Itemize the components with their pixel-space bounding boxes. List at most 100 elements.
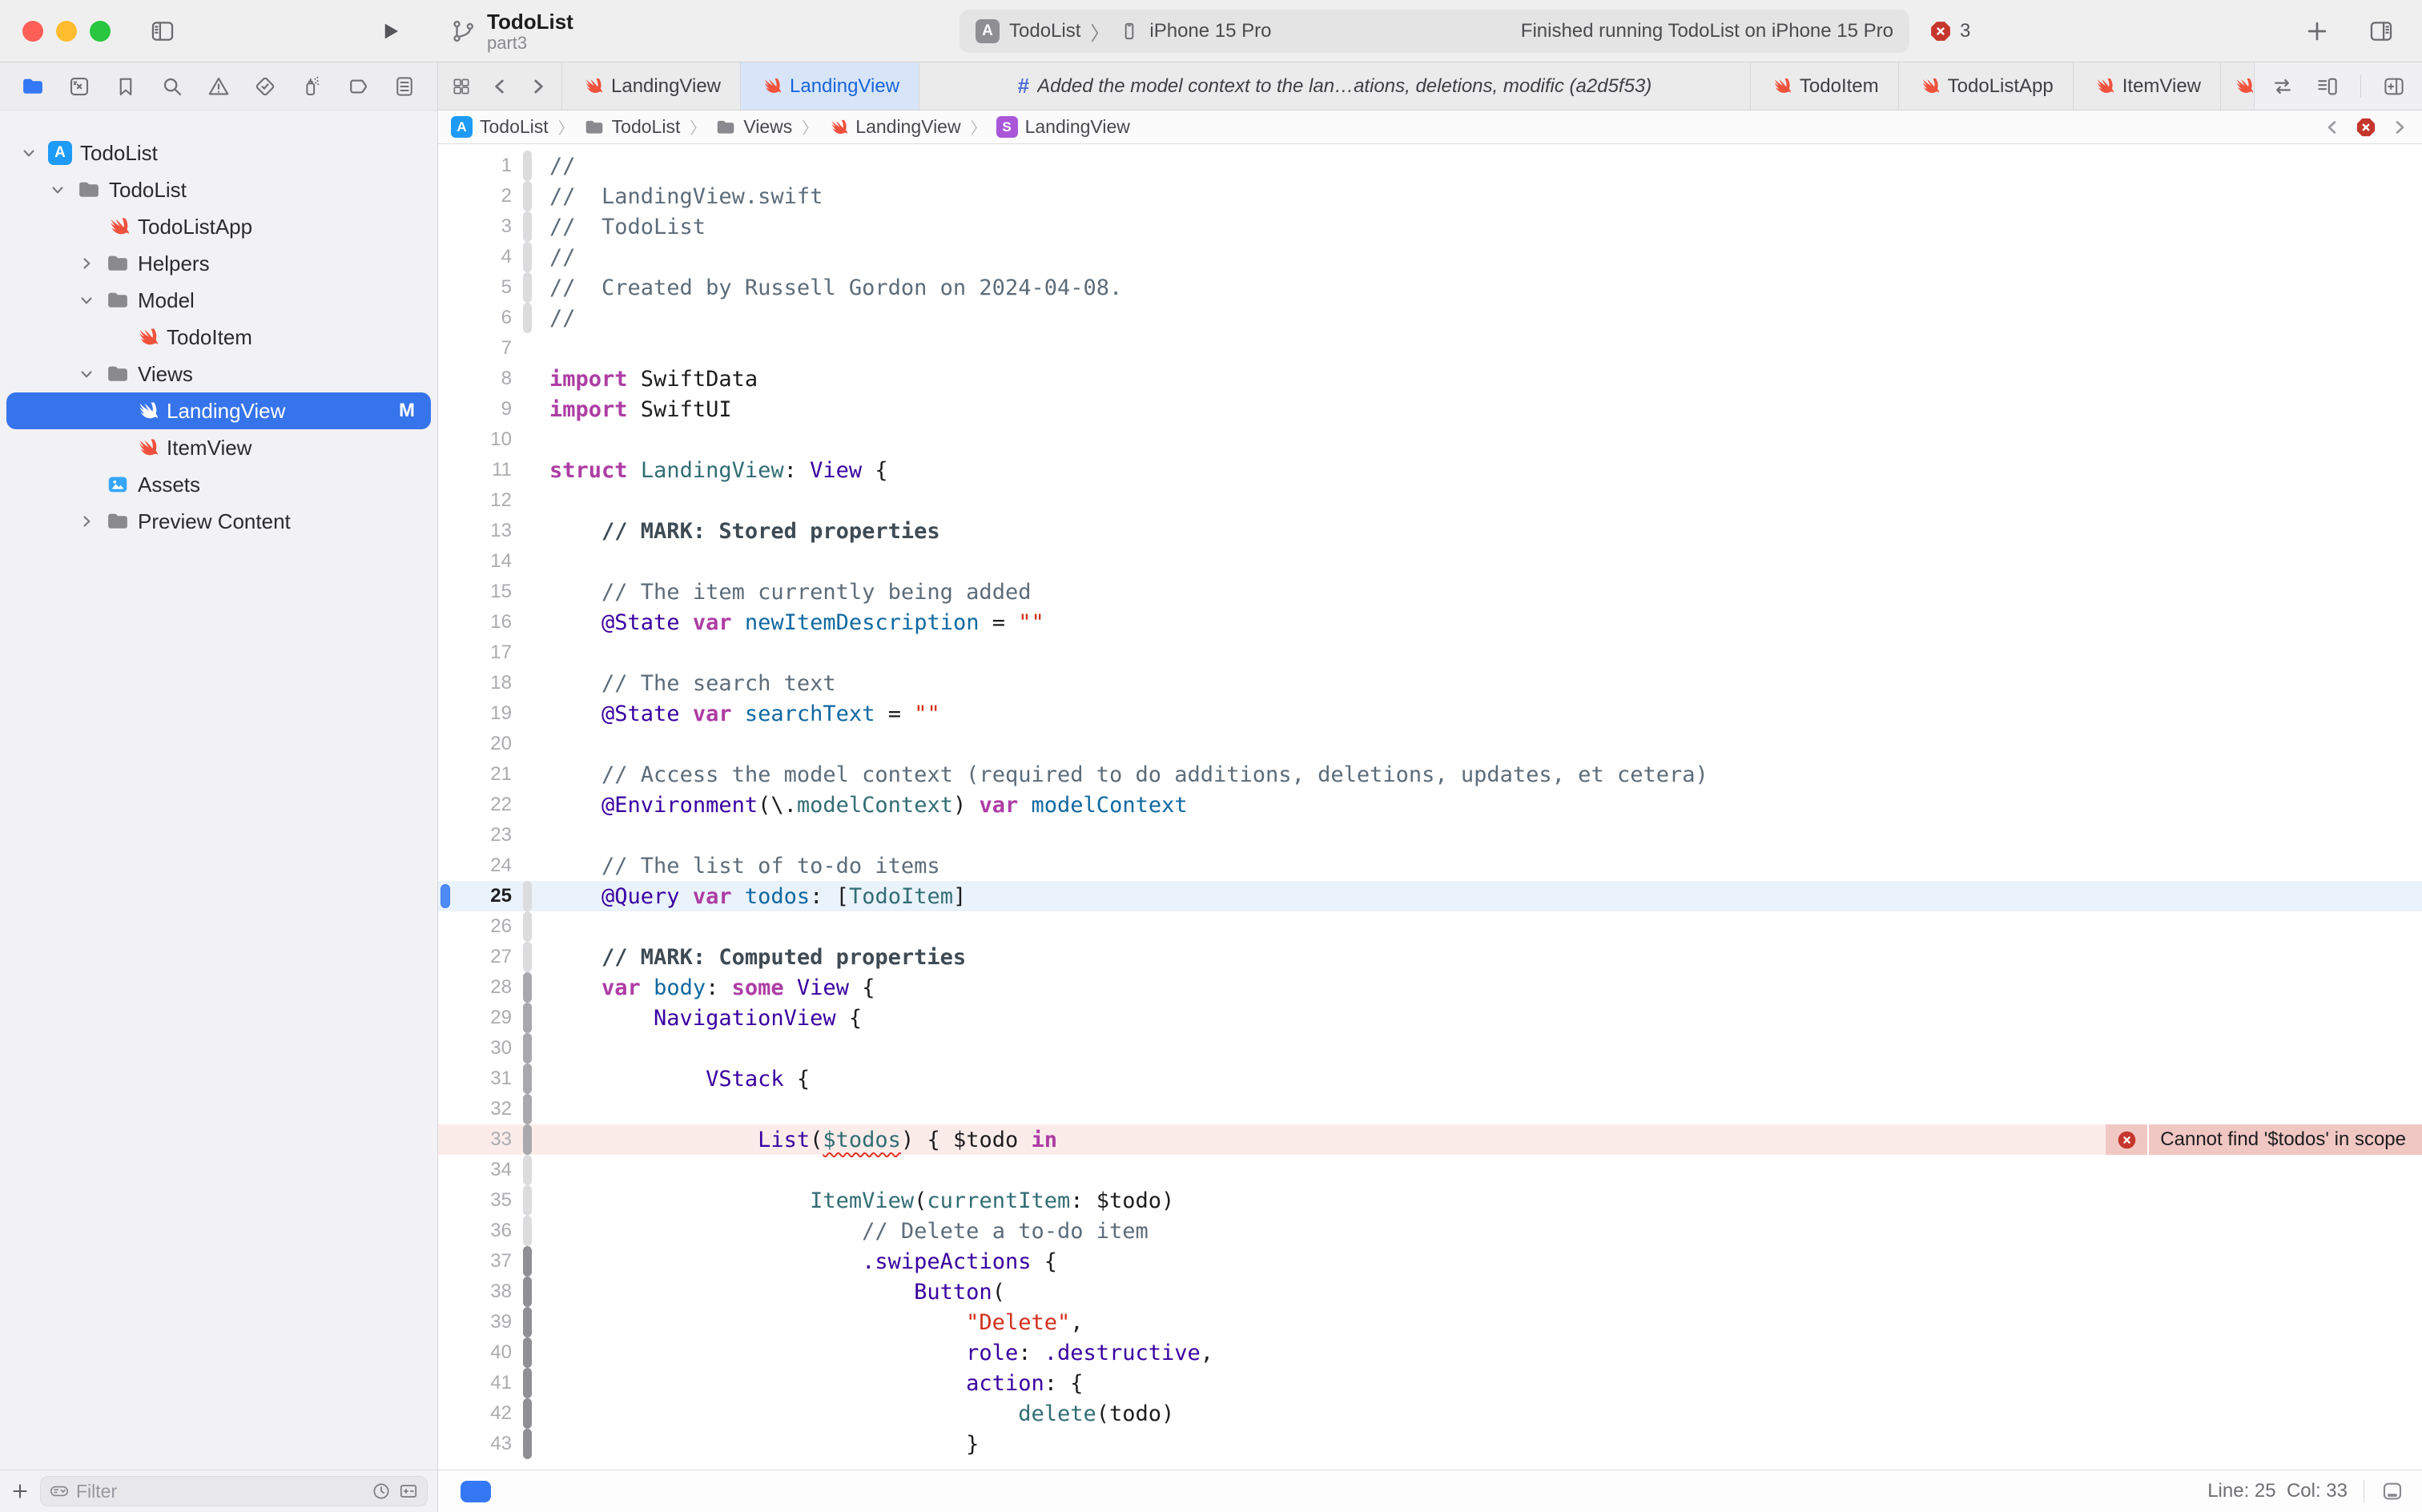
- code-line-3[interactable]: 3// TodoList: [438, 211, 2422, 242]
- line-number[interactable]: 15: [438, 581, 512, 603]
- code-line-19[interactable]: 19 @State var searchText = "": [438, 698, 2422, 729]
- breakpoint-navigator-icon[interactable]: [346, 74, 370, 99]
- line-number[interactable]: 24: [438, 855, 512, 877]
- code-line-24[interactable]: 24 // The list of to-do items: [438, 850, 2422, 881]
- line-number[interactable]: 30: [438, 1037, 512, 1060]
- line-number[interactable]: 32: [438, 1098, 512, 1120]
- tab-todolistapp[interactable]: TodoListApp: [1898, 62, 2073, 110]
- code-line-10[interactable]: 10: [438, 424, 2422, 455]
- disclosure-down-icon[interactable]: [72, 366, 101, 382]
- line-number[interactable]: 29: [438, 1007, 512, 1029]
- related-items-icon[interactable]: [451, 76, 472, 97]
- code-line-2[interactable]: 2// LandingView.swift: [438, 181, 2422, 211]
- library-add-icon[interactable]: [2303, 18, 2331, 45]
- disclosure-right-icon[interactable]: [72, 255, 101, 271]
- code-line-29[interactable]: 29 NavigationView {: [438, 1003, 2422, 1033]
- line-number[interactable]: 8: [438, 368, 512, 390]
- line-number[interactable]: 26: [438, 915, 512, 938]
- line-number[interactable]: 35: [438, 1189, 512, 1212]
- sidebar-item-todoitem[interactable]: TodoItem: [6, 319, 431, 356]
- line-number[interactable]: 16: [438, 611, 512, 633]
- code-line-30[interactable]: 30: [438, 1033, 2422, 1064]
- code-line-1[interactable]: 1//: [438, 151, 2422, 181]
- line-number[interactable]: 11: [438, 459, 512, 481]
- line-number[interactable]: 17: [438, 641, 512, 664]
- code-line-27[interactable]: 27 // MARK: Computed properties: [438, 942, 2422, 972]
- line-number[interactable]: 2: [438, 185, 512, 207]
- line-number[interactable]: 23: [438, 824, 512, 846]
- issue-error-icon[interactable]: [2355, 116, 2377, 139]
- code-line-33[interactable]: 33 List($todos) { $todo inCannot find '$…: [438, 1124, 2422, 1155]
- tab-added-the-model-context-to-the-lan-ation[interactable]: #Added the model context to the lan…atio…: [919, 62, 1750, 110]
- code-line-11[interactable]: 11struct LandingView: View {: [438, 455, 2422, 485]
- code-line-42[interactable]: 42 delete(todo): [438, 1398, 2422, 1429]
- line-number[interactable]: 4: [438, 246, 512, 268]
- project-navigator-icon[interactable]: [21, 74, 45, 99]
- line-number[interactable]: 31: [438, 1068, 512, 1090]
- breadcrumb-item-views[interactable]: Views: [715, 116, 792, 138]
- code-line-32[interactable]: 32: [438, 1094, 2422, 1124]
- sidebar-item-views[interactable]: Views: [6, 356, 431, 392]
- run-destination[interactable]: iPhone 15 Pro: [1149, 20, 1271, 42]
- code-line-20[interactable]: 20: [438, 729, 2422, 759]
- code-line-8[interactable]: 8import SwiftData: [438, 364, 2422, 394]
- line-number[interactable]: 36: [438, 1220, 512, 1242]
- breadcrumb-item-todolist[interactable]: TodoList: [584, 116, 681, 138]
- code-line-12[interactable]: 12: [438, 485, 2422, 516]
- source-control-navigator-icon[interactable]: [67, 74, 91, 99]
- line-number[interactable]: 19: [438, 702, 512, 725]
- sidebar-item-todolist[interactable]: ATodoList: [6, 135, 431, 171]
- code-line-17[interactable]: 17: [438, 637, 2422, 668]
- line-number[interactable]: 5: [438, 276, 512, 299]
- line-number[interactable]: 6: [438, 307, 512, 329]
- tab-clipped[interactable]: [2220, 62, 2254, 110]
- close-button[interactable]: [22, 21, 43, 42]
- line-number[interactable]: 9: [438, 398, 512, 420]
- bookmark-navigator-icon[interactable]: [114, 74, 138, 99]
- minimize-button[interactable]: [56, 21, 77, 42]
- tab-todoitem[interactable]: TodoItem: [1750, 62, 1898, 110]
- code-line-36[interactable]: 36 // Delete a to-do item: [438, 1216, 2422, 1246]
- recent-files-icon[interactable]: [371, 1481, 392, 1502]
- sidebar-item-assets[interactable]: Assets: [6, 466, 431, 503]
- source-control-status-icon[interactable]: [398, 1481, 419, 1502]
- code-line-5[interactable]: 5// Created by Russell Gordon on 2024-04…: [438, 272, 2422, 303]
- find-navigator-icon[interactable]: [160, 74, 184, 99]
- disclosure-down-icon[interactable]: [72, 292, 101, 308]
- breakpoint-indicator[interactable]: [461, 1481, 491, 1502]
- breadcrumb-item-landingview[interactable]: SLandingView: [996, 116, 1130, 138]
- back-icon[interactable]: [489, 76, 510, 97]
- tab-landingview[interactable]: LandingView: [740, 62, 919, 110]
- code-line-23[interactable]: 23: [438, 820, 2422, 850]
- sidebar-item-preview-content[interactable]: Preview Content: [6, 503, 431, 540]
- line-number[interactable]: 7: [438, 337, 512, 360]
- sidebar-item-todolist[interactable]: TodoList: [6, 171, 431, 208]
- tab-landingview[interactable]: LandingView: [561, 62, 740, 110]
- code-line-21[interactable]: 21 // Access the model context (required…: [438, 759, 2422, 790]
- line-number[interactable]: 18: [438, 672, 512, 694]
- code-line-39[interactable]: 39 "Delete",: [438, 1307, 2422, 1337]
- sidebar-item-model[interactable]: Model: [6, 282, 431, 319]
- code-line-25[interactable]: 25 @Query var todos: [TodoItem]: [438, 881, 2422, 911]
- filter-input[interactable]: [76, 1481, 364, 1502]
- code-line-22[interactable]: 22 @Environment(\.modelContext) var mode…: [438, 790, 2422, 820]
- code-line-13[interactable]: 13 // MARK: Stored properties: [438, 516, 2422, 546]
- add-editor-icon[interactable]: [2382, 74, 2406, 99]
- toggle-left-sidebar-icon[interactable]: [149, 18, 176, 45]
- code-line-16[interactable]: 16 @State var newItemDescription = "": [438, 607, 2422, 637]
- code-line-4[interactable]: 4//: [438, 242, 2422, 272]
- line-number[interactable]: 37: [438, 1250, 512, 1273]
- code-line-28[interactable]: 28 var body: some View {: [438, 972, 2422, 1003]
- line-number[interactable]: 3: [438, 215, 512, 238]
- code-line-26[interactable]: 26: [438, 911, 2422, 942]
- line-number[interactable]: 33: [438, 1128, 512, 1151]
- error-circle-icon[interactable]: [2106, 1124, 2149, 1155]
- sidebar-item-itemview[interactable]: ItemView: [6, 429, 431, 466]
- line-number[interactable]: 43: [438, 1433, 512, 1455]
- zoom-button[interactable]: [90, 21, 111, 42]
- debug-navigator-icon[interactable]: [300, 74, 324, 99]
- breadcrumb-item-todolist[interactable]: ATodoList: [451, 116, 549, 138]
- code-line-41[interactable]: 41 action: {: [438, 1368, 2422, 1398]
- scheme-name[interactable]: TodoList: [1009, 20, 1080, 42]
- line-number[interactable]: 21: [438, 763, 512, 786]
